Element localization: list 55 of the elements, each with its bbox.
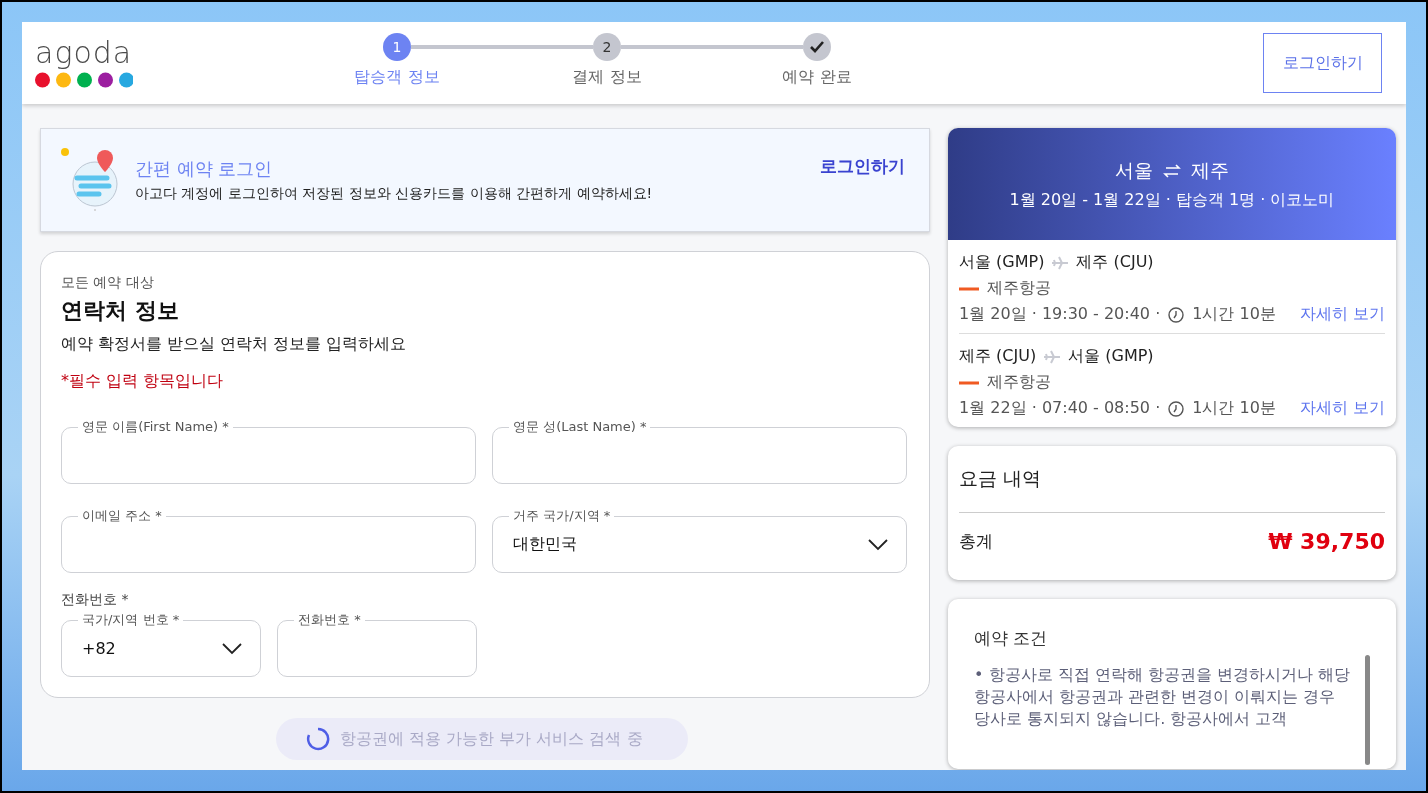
flight-schedule: 1월 22일 · 07:40 - 08:50 · bbox=[959, 398, 1161, 419]
route-city: 제주 bbox=[1191, 157, 1229, 183]
banner-title: 간편 예약 로그인 bbox=[135, 157, 274, 181]
destination-airport: 제주 (CJU) bbox=[1076, 252, 1154, 273]
step-indicator: 1 bbox=[383, 32, 411, 61]
details-link[interactable]: 자세히 보기 bbox=[1299, 398, 1385, 419]
fare-title: 요금 내역 bbox=[959, 466, 1385, 513]
logo-dots-icon bbox=[35, 72, 133, 88]
airline-logo-icon bbox=[959, 379, 979, 386]
loading-text: 항공권에 적용 가능한 부가 서비스 검색 중 bbox=[340, 728, 643, 750]
chevron-down-icon bbox=[222, 642, 242, 655]
section-title: 연락처 정보 bbox=[61, 297, 180, 325]
login-link[interactable]: 로그인하기 bbox=[820, 155, 905, 178]
step-label: 탑승객 정보 bbox=[354, 66, 440, 88]
terms-title: 예약 조건 bbox=[974, 627, 1049, 650]
clock-icon bbox=[1168, 306, 1185, 323]
airplane-icon bbox=[1052, 255, 1069, 270]
airline-name: 제주항공 bbox=[987, 278, 1051, 299]
clock-icon bbox=[1168, 400, 1185, 417]
section-description: 예약 확정서를 받으실 연락처 정보를 입력하세요 bbox=[61, 334, 408, 355]
airplane-icon bbox=[1044, 349, 1061, 364]
details-link[interactable]: 자세히 보기 bbox=[1299, 304, 1385, 325]
chevron-down-icon bbox=[868, 538, 888, 551]
terms-text: • 항공사로 직접 연락해 항공권을 변경하시거나 해당 항공사에서 항공권과 관련한 변경이 이뤄지는 경우 당사로 통지되지 않습니다. 항공사에서 고객 bbox=[974, 664, 1351, 730]
airline-logo-icon bbox=[959, 285, 979, 292]
round-trip-icon bbox=[1163, 163, 1181, 178]
check-icon bbox=[810, 40, 824, 53]
input-field[interactable]: 이메일 주소 * bbox=[61, 507, 476, 573]
banner-description: 아고다 계정에 로그인하여 저장된 정보와 신용카드를 이용해 간편하게 예약하세요! bbox=[135, 185, 653, 203]
destination-airport: 서울 (GMP) bbox=[1068, 346, 1154, 367]
section-eyebrow: 모든 예약 대상 bbox=[61, 274, 155, 292]
phone-label: 전화번호 * bbox=[61, 591, 130, 609]
login-button[interactable]: 로그인하기 bbox=[1263, 33, 1382, 93]
origin-airport: 제주 (CJU) bbox=[959, 346, 1037, 367]
flight-schedule: 1월 20일 · 19:30 - 20:40 · bbox=[959, 304, 1161, 325]
step-label: 예약 완료 bbox=[782, 66, 852, 88]
total-price: ₩ 39,750 bbox=[1268, 529, 1385, 554]
origin-airport: 서울 (GMP) bbox=[959, 252, 1045, 273]
route-city: 서울 bbox=[1115, 157, 1153, 183]
airline-name: 제주항공 bbox=[987, 372, 1051, 393]
select-field[interactable]: 국가/지역 번호 * +82 bbox=[61, 611, 261, 677]
step-indicator: 2 bbox=[593, 32, 621, 61]
flight-duration: 1시간 10분 bbox=[1192, 398, 1276, 419]
total-label: 총계 bbox=[959, 530, 993, 553]
flight-duration: 1시간 10분 bbox=[1192, 304, 1276, 325]
step-label: 결제 정보 bbox=[572, 66, 642, 88]
select-field[interactable]: 거주 국가/지역 * 대한민국 bbox=[492, 507, 907, 573]
spinner-icon bbox=[306, 727, 330, 751]
scrollbar-thumb[interactable] bbox=[1365, 655, 1370, 765]
input-field[interactable]: 영문 이름(First Name) * bbox=[61, 418, 476, 484]
input-field[interactable]: 전화번호 * bbox=[277, 611, 477, 677]
logo-text: agoda bbox=[35, 38, 134, 68]
required-note: *필수 입력 항목입니다 bbox=[61, 371, 225, 392]
trip-summary: 1월 20일 - 1월 22일 · 탑승객 1명 · 이코노미 bbox=[1009, 189, 1335, 211]
input-field[interactable]: 영문 성(Last Name) * bbox=[492, 418, 907, 484]
